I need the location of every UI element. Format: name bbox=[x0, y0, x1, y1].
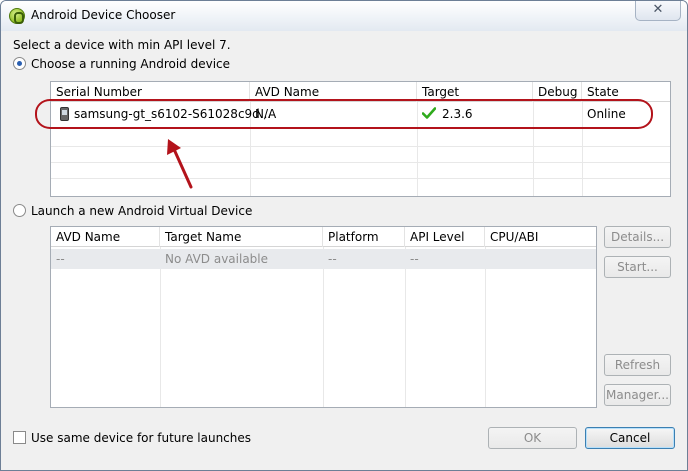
column-api-level[interactable]: API Level bbox=[405, 227, 485, 247]
annotation-arrow-icon bbox=[167, 139, 193, 189]
avd-row-api: -- bbox=[410, 252, 419, 266]
ok-button[interactable]: OK bbox=[488, 427, 577, 449]
annotation-highlight-ellipse bbox=[35, 99, 653, 129]
title-bar[interactable]: Android Device Chooser ✕ bbox=[1, 1, 687, 31]
column-platform[interactable]: Platform bbox=[323, 227, 405, 247]
column-target-name[interactable]: Target Name bbox=[160, 227, 323, 247]
details-button[interactable]: Details... bbox=[604, 226, 671, 248]
manager-button[interactable]: Manager... bbox=[604, 384, 671, 406]
close-button[interactable]: ✕ bbox=[635, 1, 681, 21]
avd-row-cpu bbox=[485, 249, 490, 269]
same-device-checkbox[interactable] bbox=[13, 431, 26, 444]
same-device-label[interactable]: Use same device for future launches bbox=[31, 431, 251, 445]
avd-table-header: AVD Name Target Name Platform API Level … bbox=[51, 227, 596, 247]
android-app-icon bbox=[9, 8, 25, 24]
prompt-text: Select a device with min API level 7. bbox=[13, 38, 231, 52]
refresh-button[interactable]: Refresh bbox=[604, 354, 671, 376]
avd-row-target: No AVD available bbox=[165, 252, 269, 266]
cancel-button[interactable]: Cancel bbox=[585, 427, 675, 449]
running-device-radio[interactable] bbox=[13, 57, 26, 70]
dialog-window: Android Device Chooser ✕ Select a device… bbox=[0, 0, 688, 471]
window-title: Android Device Chooser bbox=[31, 8, 176, 22]
start-button[interactable]: Start... bbox=[604, 256, 671, 278]
column-cpu-abi[interactable]: CPU/ABI bbox=[485, 227, 596, 247]
launch-avd-radio[interactable] bbox=[13, 204, 26, 217]
running-device-label[interactable]: Choose a running Android device bbox=[31, 57, 230, 71]
avd-row-name: -- bbox=[56, 252, 65, 266]
table-row[interactable]: -- No AVD available -- -- bbox=[51, 249, 596, 269]
launch-avd-label[interactable]: Launch a new Android Virtual Device bbox=[31, 204, 252, 218]
column-avd-name[interactable]: AVD Name bbox=[51, 227, 160, 247]
avd-row-platform: -- bbox=[328, 252, 337, 266]
avd-table[interactable]: AVD Name Target Name Platform API Level … bbox=[50, 226, 597, 408]
